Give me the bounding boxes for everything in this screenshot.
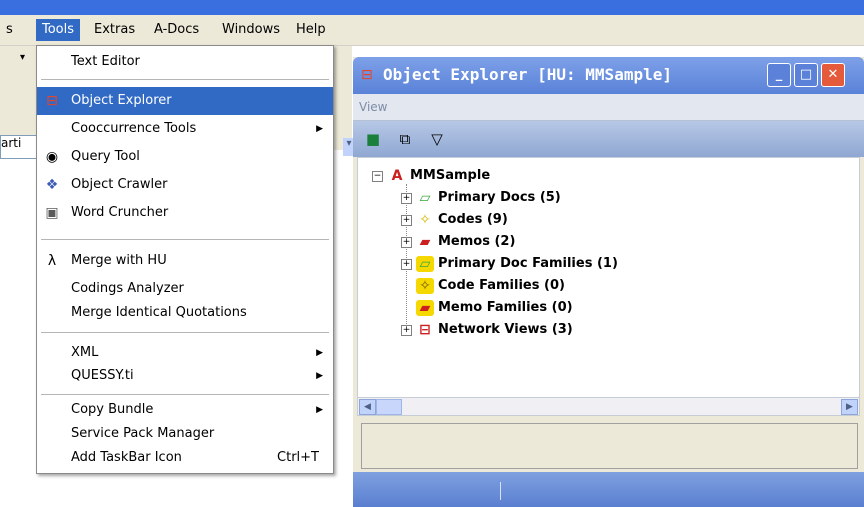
- object-explorer-window: ⊟ Object Explorer [HU: MMSample] _ □ ✕ V…: [353, 57, 864, 507]
- scroll-right-icon[interactable]: ▶: [841, 399, 858, 415]
- tree-node-label: Memos (2): [438, 234, 516, 249]
- menu-view[interactable]: View: [359, 100, 387, 114]
- menu-windows[interactable]: Windows: [218, 22, 284, 38]
- close-button[interactable]: ✕: [821, 63, 845, 87]
- menu-item-text-editor[interactable]: Text Editor: [37, 48, 333, 76]
- maximize-button[interactable]: □: [794, 63, 818, 87]
- network-views-icon: ⊟: [419, 322, 431, 338]
- shortcut-label: Ctrl+T: [277, 450, 319, 465]
- hu-icon: A: [391, 168, 403, 184]
- menu-separator: [41, 332, 329, 333]
- status-bar: [353, 472, 864, 507]
- menu-item-add-taskbar-icon[interactable]: Add TaskBar Icon Ctrl+T: [37, 444, 333, 472]
- toolbar-dropdown-arrow-icon[interactable]: ▾: [20, 52, 25, 63]
- menu-a-docs[interactable]: A-Docs: [150, 22, 203, 38]
- app-title-bar: [0, 0, 864, 15]
- window-title: Object Explorer [HU: MMSample]: [383, 65, 672, 84]
- menu-item-label: Object Explorer: [71, 93, 172, 108]
- filter-icon[interactable]: ▽: [427, 129, 447, 149]
- menu-item-merge-with-hu[interactable]: λ Merge with HU: [37, 247, 333, 275]
- memo-families-icon: ▰: [416, 300, 434, 316]
- binoculars-icon: ◉: [45, 149, 59, 165]
- menu-item-merge-identical-quotations[interactable]: Merge Identical Quotations: [37, 299, 333, 327]
- submenu-arrow-icon: ▶: [316, 124, 323, 134]
- code-families-icon: ✧: [416, 278, 434, 294]
- expand-icon[interactable]: +: [401, 193, 412, 204]
- tree-node-label: Code Families (0): [438, 278, 565, 293]
- window-menu-bar: View: [353, 94, 864, 121]
- object-explorer-icon: ⊟: [46, 93, 58, 109]
- menu-item-query-tool[interactable]: ◉ Query Tool: [37, 143, 333, 171]
- menu-bar: s Tools Extras A-Docs Windows Help: [0, 15, 864, 46]
- crawler-icon: ❖: [45, 177, 59, 193]
- window-toolbar: ■ ⧉ ▽: [353, 121, 864, 157]
- menu-item-quessy[interactable]: QUESSY.ti ▶: [37, 362, 333, 390]
- tree-node-label: Primary Doc Families (1): [438, 256, 618, 271]
- object-explorer-icon: ⊟: [361, 67, 373, 83]
- tree-node-label: Primary Docs (5): [438, 190, 561, 205]
- tools-menu: Text Editor ⊟ Object Explorer Cooccurren…: [36, 45, 334, 474]
- comment-pane: [361, 423, 858, 469]
- codes-icon: ✧: [419, 212, 431, 228]
- menu-item-label: Text Editor: [71, 54, 140, 69]
- object-tree: − A MMSample + ▱ Primary Docs (5) + ✧ Co…: [357, 157, 860, 399]
- menu-item-label: QUESSY.ti: [71, 368, 134, 383]
- menu-item-label: Query Tool: [71, 149, 140, 164]
- scroll-thumb[interactable]: [376, 399, 402, 415]
- expand-icon[interactable]: +: [401, 325, 412, 336]
- menu-item-cooccurrence-tools[interactable]: Cooccurrence Tools ▶: [37, 115, 333, 143]
- menu-item-label: Merge Identical Quotations: [71, 305, 247, 320]
- minimize-button[interactable]: _: [767, 63, 791, 87]
- window-title-bar[interactable]: ⊟ Object Explorer [HU: MMSample] _ □ ✕: [353, 57, 864, 94]
- memos-icon: ▰: [419, 234, 431, 250]
- primary-doc-families-icon: ▱: [416, 256, 434, 272]
- menu-item-object-explorer[interactable]: ⊟ Object Explorer: [37, 87, 333, 115]
- tree-node-label: Codes (9): [438, 212, 508, 227]
- menu-item-label: Merge with HU: [71, 253, 167, 268]
- menu-help[interactable]: Help: [292, 22, 330, 38]
- menu-extras[interactable]: Extras: [90, 22, 139, 38]
- expand-icon[interactable]: +: [401, 215, 412, 226]
- collapse-icon[interactable]: −: [372, 171, 383, 182]
- menu-item-label: Word Cruncher: [71, 205, 169, 220]
- menu-item-label: Object Crawler: [71, 177, 168, 192]
- menu-separator: [41, 239, 329, 240]
- expand-icon[interactable]: +: [401, 237, 412, 248]
- background-combo[interactable]: arti: [0, 135, 38, 159]
- copy-icon[interactable]: ⧉: [395, 129, 415, 149]
- menu-tools[interactable]: Tools: [36, 19, 81, 41]
- tree-root-label: MMSample: [410, 168, 491, 183]
- color-view-icon[interactable]: ■: [363, 129, 383, 149]
- primary-docs-icon: ▱: [419, 190, 431, 206]
- cruncher-icon: ▣: [45, 205, 59, 221]
- horizontal-scrollbar[interactable]: ◀ ▶: [357, 397, 860, 416]
- status-divider: [500, 482, 501, 500]
- tree-node-label: Memo Families (0): [438, 300, 573, 315]
- menu-item-label: Add TaskBar Icon: [71, 450, 182, 465]
- expand-icon[interactable]: +: [401, 259, 412, 270]
- submenu-arrow-icon: ▶: [316, 371, 323, 381]
- tree-node-label: Network Views (3): [438, 322, 573, 337]
- menu-item-word-cruncher[interactable]: ▣ Word Cruncher: [37, 199, 333, 227]
- menu-partial[interactable]: s: [2, 22, 17, 38]
- menu-separator: [41, 79, 329, 80]
- menu-item-label: Cooccurrence Tools: [71, 121, 197, 136]
- menu-separator: [41, 394, 329, 395]
- merge-icon: λ: [47, 253, 57, 269]
- menu-item-object-crawler[interactable]: ❖ Object Crawler: [37, 171, 333, 199]
- scroll-left-icon[interactable]: ◀: [359, 399, 376, 415]
